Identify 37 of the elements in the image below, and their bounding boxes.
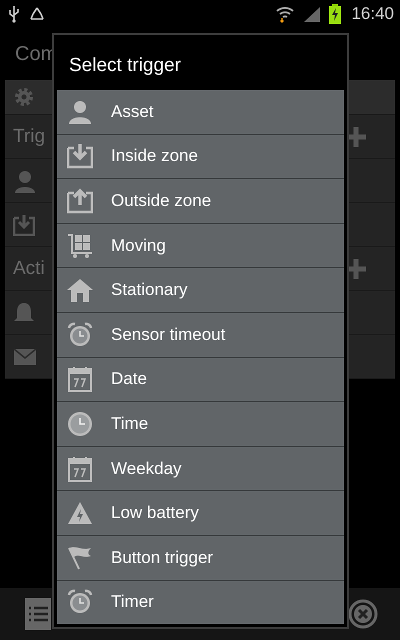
signal-icon <box>303 6 322 22</box>
wifi-icon <box>275 4 296 22</box>
alarm-clock-icon <box>67 589 93 616</box>
trigger-option[interactable]: Low battery <box>57 491 344 535</box>
envelope-icon <box>13 348 37 366</box>
trigger-option[interactable]: Moving <box>57 224 344 268</box>
house-icon <box>67 277 93 304</box>
alarm-clock-icon <box>67 322 93 348</box>
dialog-title: Select trigger <box>68 54 182 78</box>
tray-down-icon <box>67 143 93 170</box>
person-icon <box>13 168 37 192</box>
trigger-option[interactable]: Button trigger <box>57 536 344 580</box>
trigger-option[interactable]: Time <box>57 402 344 446</box>
trigger-option[interactable]: Asset <box>57 90 344 134</box>
clock-icon <box>67 410 93 437</box>
trigger-option[interactable]: Outside zone <box>57 179 344 223</box>
status-time: 16:40 <box>351 4 394 24</box>
section-label: Trig <box>13 126 46 148</box>
tray-down-icon <box>13 214 35 236</box>
trigger-option[interactable]: Sensor timeout <box>57 312 344 357</box>
trigger-option[interactable]: Stationary <box>57 268 344 312</box>
warning-bolt-icon <box>67 500 93 526</box>
flag-icon <box>67 544 93 571</box>
tray-up-icon <box>67 188 93 214</box>
trigger-option[interactable]: Weekday <box>57 446 344 490</box>
trigger-option[interactable]: Inside zone <box>57 134 344 178</box>
section-label: Acti <box>13 258 45 280</box>
person-icon <box>67 98 93 125</box>
trigger-option[interactable]: Timer <box>57 580 344 624</box>
calendar-icon <box>67 456 93 482</box>
battery-icon <box>329 4 342 24</box>
cart-icon <box>67 232 93 259</box>
trigger-option[interactable]: Date <box>57 358 344 402</box>
gear-icon <box>13 86 35 108</box>
list-button[interactable] <box>25 598 51 630</box>
usb-icon <box>8 4 20 22</box>
calendar-icon <box>67 366 93 392</box>
